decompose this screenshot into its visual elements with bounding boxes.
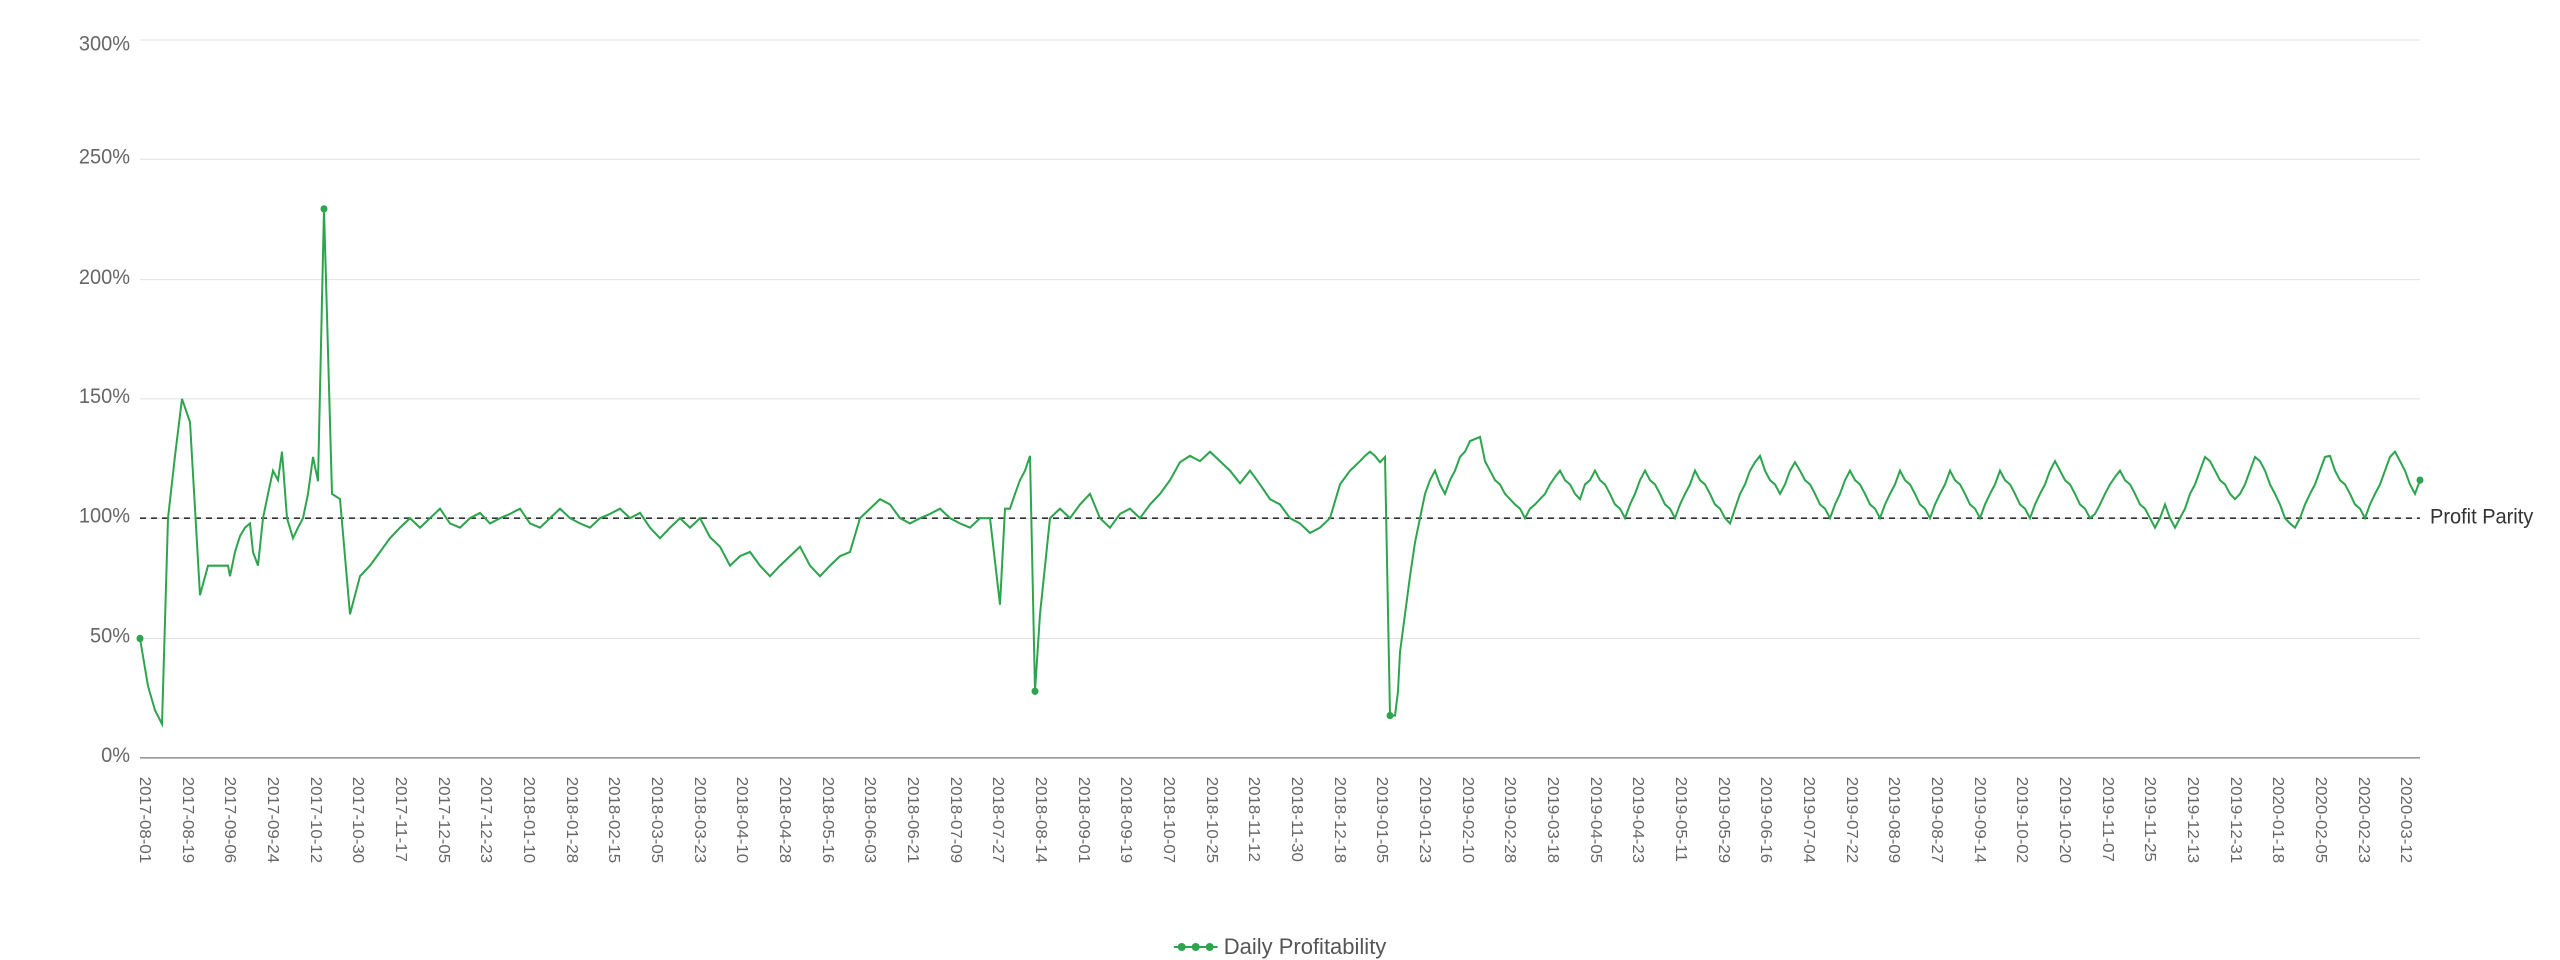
svg-text:2018-10-25: 2018-10-25: [1203, 777, 1221, 863]
svg-text:2019-10-20: 2019-10-20: [2056, 777, 2074, 863]
svg-text:2019-05-11: 2019-05-11: [1672, 777, 1690, 862]
svg-text:2019-04-05: 2019-04-05: [1587, 777, 1605, 863]
svg-text:2019-10-02: 2019-10-02: [2013, 777, 2031, 863]
legend-icon: [1174, 939, 1218, 955]
svg-text:2019-11-25: 2019-11-25: [2141, 777, 2159, 862]
svg-text:250%: 250%: [79, 145, 130, 169]
chart-legend: Daily Profitability: [1174, 934, 1387, 960]
svg-text:2019-09-14: 2019-09-14: [1971, 777, 1989, 863]
svg-text:2020-01-18: 2020-01-18: [2269, 777, 2287, 863]
svg-text:2018-07-27: 2018-07-27: [989, 777, 1007, 863]
svg-text:2019-02-10: 2019-02-10: [1459, 777, 1477, 863]
svg-text:2019-12-13: 2019-12-13: [2184, 777, 2202, 863]
svg-text:2019-01-05: 2019-01-05: [1373, 777, 1391, 863]
svg-text:2019-06-16: 2019-06-16: [1757, 777, 1775, 863]
svg-text:50%: 50%: [90, 624, 130, 648]
svg-text:2017-09-06: 2017-09-06: [221, 777, 239, 863]
svg-text:2018-04-28: 2018-04-28: [776, 777, 794, 863]
svg-text:2019-04-23: 2019-04-23: [1629, 777, 1647, 863]
chart-container: 0% 50% 100% 150% 200% 250% 300% Profit P…: [0, 0, 2560, 960]
svg-text:150%: 150%: [79, 385, 130, 409]
svg-text:2020-03-12: 2020-03-12: [2397, 777, 2415, 863]
svg-text:2018-09-19: 2018-09-19: [1117, 777, 1135, 863]
svg-text:2018-04-10: 2018-04-10: [733, 777, 751, 863]
svg-text:2017-08-01: 2017-08-01: [136, 777, 154, 863]
svg-text:2019-05-29: 2019-05-29: [1715, 777, 1733, 863]
svg-text:2017-12-05: 2017-12-05: [435, 777, 453, 863]
svg-text:2017-11-17: 2017-11-17: [392, 777, 410, 862]
legend-item: Daily Profitability: [1174, 934, 1387, 960]
svg-text:2018-06-21: 2018-06-21: [904, 777, 922, 863]
svg-text:2018-08-14: 2018-08-14: [1032, 777, 1050, 863]
svg-text:2018-06-03: 2018-06-03: [861, 777, 879, 863]
svg-text:2018-01-10: 2018-01-10: [520, 777, 538, 863]
svg-text:100%: 100%: [79, 504, 130, 528]
svg-text:200%: 200%: [79, 265, 130, 289]
svg-text:2018-09-01: 2018-09-01: [1075, 777, 1093, 863]
chart-svg: 0% 50% 100% 150% 200% 250% 300% Profit P…: [80, 40, 2460, 800]
legend-label: Daily Profitability: [1224, 934, 1387, 960]
svg-text:2017-08-19: 2017-08-19: [179, 777, 197, 863]
svg-text:2017-12-23: 2017-12-23: [477, 777, 495, 863]
svg-text:2020-02-23: 2020-02-23: [2355, 777, 2373, 863]
svg-text:2019-11-07: 2019-11-07: [2099, 777, 2117, 862]
svg-text:2019-03-18: 2019-03-18: [1544, 777, 1562, 863]
svg-text:2019-07-22: 2019-07-22: [1843, 777, 1861, 863]
svg-text:Profit Parity: Profit Parity: [2430, 505, 2534, 529]
svg-text:2018-03-23: 2018-03-23: [691, 777, 709, 863]
svg-text:2019-07-04: 2019-07-04: [1800, 777, 1818, 863]
svg-text:2018-07-09: 2018-07-09: [947, 777, 965, 863]
svg-text:2018-02-15: 2018-02-15: [605, 777, 623, 863]
svg-text:2019-02-28: 2019-02-28: [1501, 777, 1519, 863]
svg-text:2020-02-05: 2020-02-05: [2312, 777, 2330, 863]
svg-text:2018-11-30: 2018-11-30: [1288, 777, 1306, 862]
svg-text:2017-10-12: 2017-10-12: [307, 777, 325, 863]
svg-text:2018-03-05: 2018-03-05: [648, 777, 666, 863]
svg-text:2018-05-16: 2018-05-16: [819, 777, 837, 863]
svg-text:2019-01-23: 2019-01-23: [1416, 777, 1434, 863]
svg-text:2018-12-18: 2018-12-18: [1331, 777, 1349, 863]
svg-text:2019-08-09: 2019-08-09: [1885, 777, 1903, 863]
svg-text:2017-10-30: 2017-10-30: [349, 777, 367, 863]
svg-text:2018-01-28: 2018-01-28: [563, 777, 581, 863]
svg-text:0%: 0%: [101, 744, 130, 768]
svg-text:2019-12-31: 2019-12-31: [2227, 777, 2245, 863]
svg-text:2019-08-27: 2019-08-27: [1928, 777, 1946, 863]
svg-text:2018-11-12: 2018-11-12: [1245, 777, 1263, 862]
svg-text:2017-09-24: 2017-09-24: [264, 777, 282, 863]
svg-text:2018-10-07: 2018-10-07: [1160, 777, 1178, 863]
chart-area: 0% 50% 100% 150% 200% 250% 300% Profit P…: [80, 40, 2460, 800]
svg-text:300%: 300%: [79, 32, 130, 56]
